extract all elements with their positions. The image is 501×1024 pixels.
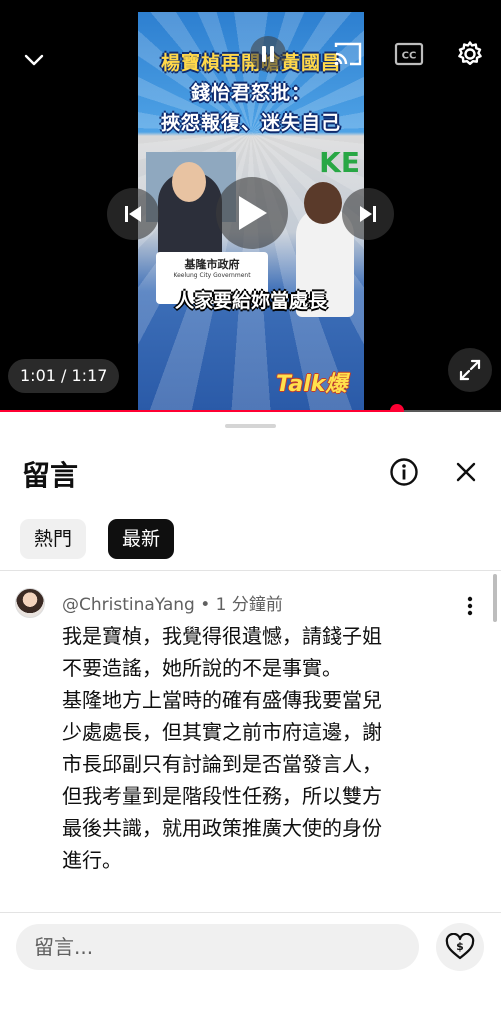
skip-previous-icon [125,206,141,222]
video-player[interactable]: KE 楊寶楨再開嗆黃國昌 錢怡君怒批： 挾怨報復、迷失自己 基隆市政府 Keel… [0,0,501,412]
info-icon [390,458,418,486]
play-icon [239,196,267,230]
close-button[interactable] [450,456,482,488]
progress-scrubber-handle[interactable] [389,404,404,412]
avatar[interactable] [15,588,45,618]
comment-more-button[interactable] [460,592,480,620]
pause-button[interactable] [250,36,286,72]
info-button[interactable] [388,456,420,488]
progress-bar[interactable] [0,404,501,412]
video-logo-text: KE [319,146,360,179]
settings-button[interactable] [450,34,490,74]
chevron-down-icon [24,54,44,66]
close-icon [456,462,476,482]
comment-meta[interactable]: @ChristinaYang • 1 分鐘前 [62,590,283,615]
progress-bar-fill [0,410,397,412]
play-button[interactable] [216,177,288,249]
filter-chip-top[interactable]: 熱門 [20,519,87,559]
fullscreen-button[interactable] [448,348,492,392]
comment-line: 不要造謠，她所說的不是事實。 [62,656,342,680]
gear-icon [458,41,482,65]
podium-subtitle: Keelung City Government [173,272,251,279]
comment-line: 市長邱副只有討論到是否當發言人， [62,752,382,776]
comment-line: 但我考量到是階段性任務，所以雙方 [62,784,382,808]
comment-input[interactable]: 留言... [16,924,419,970]
divider [0,570,501,571]
show-logo: Talk爆 [276,372,348,397]
comments-title: 留言 [22,459,79,492]
svg-text:CC: CC [402,51,417,62]
cast-button[interactable] [330,36,366,72]
comment-line: 少處處長，但其實之前市府這邊，謝 [62,720,382,744]
super-thanks-button[interactable]: $ [436,923,484,971]
filter-chip-newest[interactable]: 最新 [108,519,175,559]
drag-handle[interactable] [225,424,276,428]
comment-line: 我是寶楨，我覺得很遺憾，請錢子姐 [62,624,382,648]
video-person-right-head [304,182,342,224]
comment-line: 最後共識，就用政策推廣大使的身份 [62,816,382,840]
previous-video-button[interactable] [107,188,159,240]
next-video-button[interactable] [342,188,394,240]
comments-panel: 留言 熱門 最新 @ChristinaYang • 1 分鐘前 我是寶楨，我覺得… [0,414,501,1024]
comment-line: 基隆地方上當時的確有盛傳我要當兒 [62,688,382,712]
closed-captions-icon: CC [394,42,424,66]
collapse-button[interactable] [14,40,54,80]
time-display: 1:01 / 1:17 [8,359,120,393]
heart-dollar-icon: $ [445,933,475,960]
video-subtitle: 人家要給妳當處長 [174,290,327,312]
podium-name: 基隆市政府 [184,258,240,271]
more-vertical-icon [467,596,473,616]
captions-button[interactable]: CC [392,38,426,70]
fullscreen-icon [459,359,481,381]
pause-icon [262,46,274,62]
divider [0,912,501,913]
scrollbar[interactable] [493,574,497,622]
cast-icon [334,42,362,66]
svg-text:$: $ [456,940,464,953]
comment-text: 我是寶楨，我覺得很遺憾，請錢子姐 不要造謠，她所說的不是事實。 基隆地方上當時的… [62,620,462,876]
skip-next-icon [360,206,376,222]
video-headline-line-2: 錢怡君怒批： [190,82,311,104]
video-headline-line-3: 挾怨報復、迷失自己 [160,112,341,134]
comment-line: 進行。 [62,848,122,872]
video-person-left-head [172,162,206,202]
